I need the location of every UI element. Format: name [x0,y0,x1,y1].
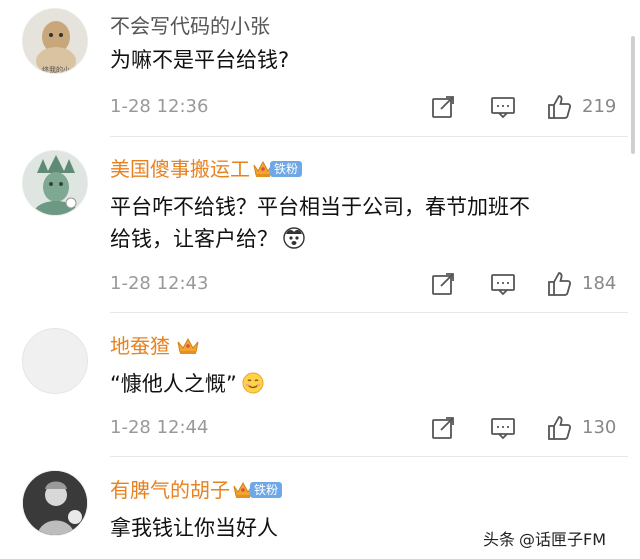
timestamp: 1-28 12:36 [110,96,209,117]
smile-emoji-icon [241,371,265,404]
avatar[interactable] [22,328,88,394]
fan-badge: 铁粉 [232,480,283,500]
timestamp: 1-28 12:43 [110,273,209,294]
comment-footer: 1-28 12:44 130 [110,413,620,443]
comment-icon[interactable] [490,271,516,297]
like-count: 130 [582,417,617,438]
crown-icon [177,337,199,354]
like-icon[interactable] [546,415,572,441]
comment-text: 为嘛不是平台给钱? [110,48,290,72]
username[interactable]: 美国傻事搬运工 铁粉 [110,156,303,182]
comment-footer: 1-28 12:43 184 [110,269,620,299]
divider [110,136,628,137]
avatar[interactable]: 终我的小 [22,8,88,74]
avatar[interactable] [22,470,88,536]
watermark: 头条 @话匣子FM [483,530,607,549]
username[interactable]: 有脾气的胡子 铁粉 [110,477,283,503]
like-count: 184 [582,273,617,294]
share-icon[interactable] [430,271,456,297]
divider [110,312,628,313]
comment-icon[interactable] [490,415,516,441]
comment-footer: 1-28 12:36 219 [110,92,620,122]
like-icon[interactable] [546,271,572,297]
share-icon[interactable] [430,415,456,441]
like-icon[interactable] [546,94,572,120]
username[interactable]: 不会写代码的小张 [110,13,270,39]
avatar[interactable] [22,150,88,216]
like-count: 219 [582,96,617,117]
share-icon[interactable] [430,94,456,120]
fan-badge: 铁粉 [252,159,303,179]
divider [110,456,628,457]
comment-text: “慷他人之慨” [110,368,610,404]
scrollbar[interactable] [631,36,635,154]
timestamp: 1-28 12:44 [110,417,209,438]
svg-text:终我的小: 终我的小 [42,65,70,74]
emoji-icon [282,226,306,259]
username[interactable]: 地蚕猹 [110,333,200,359]
comment-icon[interactable] [490,94,516,120]
comment-text: 平台咋不给钱？平台相当于公司，春节加班不 给钱，让客户给？ [110,191,610,259]
